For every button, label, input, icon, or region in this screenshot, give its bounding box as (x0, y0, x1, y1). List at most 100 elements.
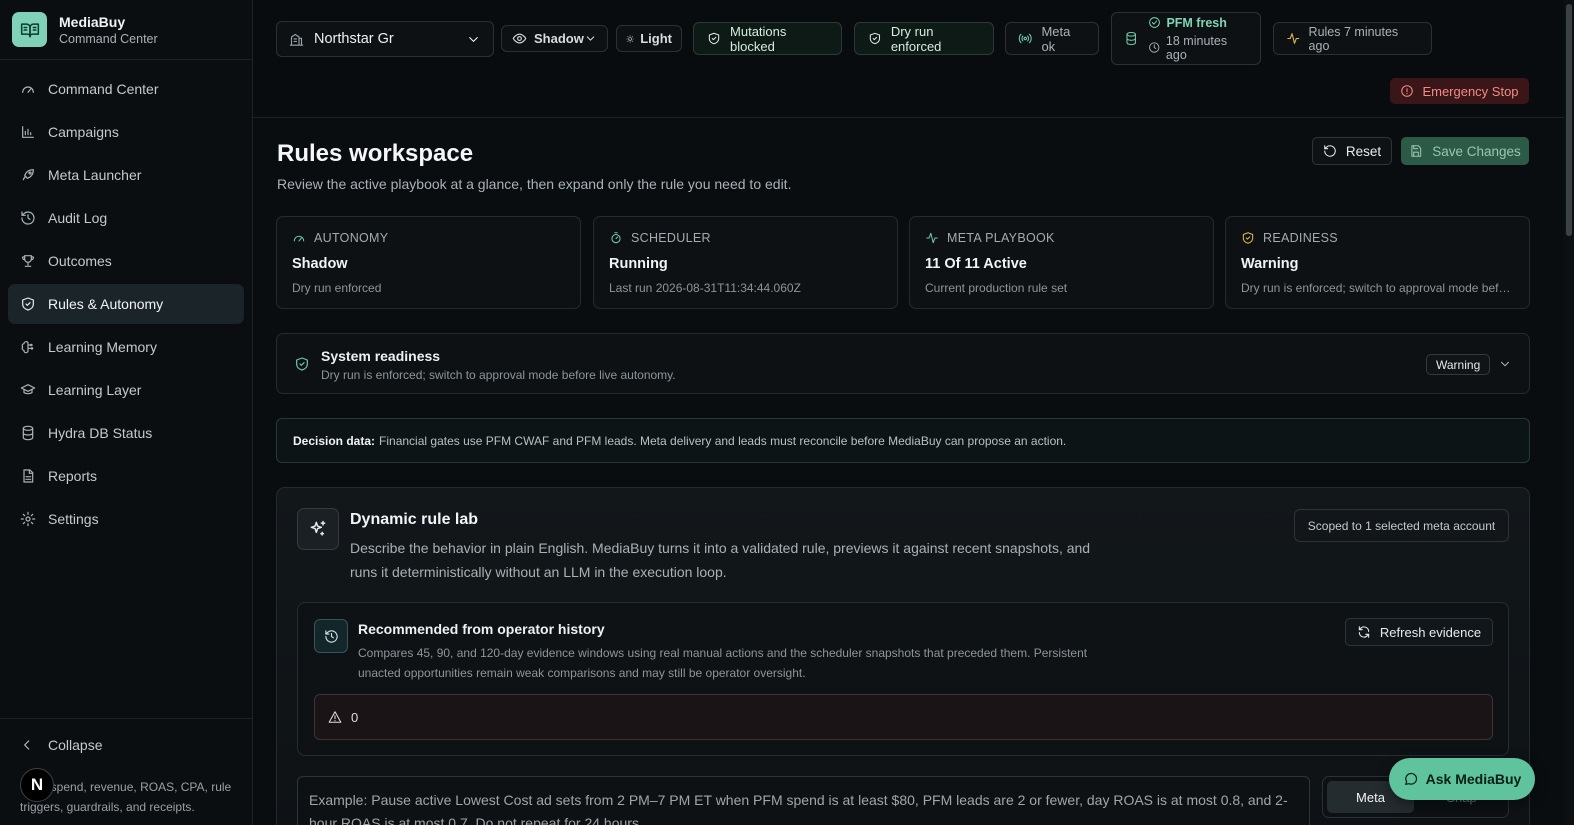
save-icon (1411, 145, 1422, 157)
graduation-cap-icon (20, 384, 36, 395)
sidebar-footer: Collapse Uses spend, revenue, ROAS, CPA,… (0, 718, 252, 825)
bar-chart-icon (22, 126, 34, 138)
database-icon (1126, 31, 1136, 46)
pfm-status-label: PFM fresh (1166, 15, 1227, 30)
brand: MediaBuy Command Center (0, 0, 252, 60)
theme-label: Light (640, 31, 672, 46)
alert-value: 0 (351, 709, 359, 725)
lab-title: Dynamic rule lab (350, 511, 479, 528)
page-subtitle: Review the active playbook at a glance, … (277, 176, 792, 192)
ask-label: Ask MediaBuy (1425, 771, 1522, 787)
card-value: Warning (1241, 256, 1299, 272)
page-title: Rules workspace (277, 140, 474, 167)
refresh-icon (1358, 626, 1370, 638)
card-label: SCHEDULER (631, 231, 711, 245)
shield-check-icon (1242, 232, 1254, 244)
history-icon (314, 619, 348, 653)
ask-mediabuy-button[interactable]: Ask MediaBuy (1389, 758, 1535, 800)
rule-prompt-input[interactable]: Example: Pause active Lowest Cost ad set… (297, 776, 1310, 825)
card-label: AUTONOMY (314, 231, 389, 245)
decision-data-banner: Decision data: Financial gates use PFM C… (276, 418, 1530, 463)
card-note: Current production rule set (925, 281, 1068, 295)
database-icon (22, 425, 34, 441)
reset-label: Reset (1345, 143, 1382, 159)
save-label: Save Changes (1432, 143, 1521, 159)
workspace-select[interactable]: Northstar Gr (276, 21, 494, 57)
activity-icon (926, 232, 938, 244)
main-content: Rules workspace Review the active playbo… (253, 118, 1564, 825)
timer-icon (611, 232, 621, 244)
sidebar-item-campaigns[interactable]: Campaigns (8, 112, 244, 152)
sidebar-item-label: Learning Memory (48, 339, 157, 355)
recommended-panel: Recommended from operator history Compar… (297, 602, 1509, 756)
shield-check-icon (708, 32, 720, 45)
status-badge: Warning (1426, 354, 1491, 375)
sidebar-item-label: Meta Launcher (48, 167, 142, 183)
readiness-card: READINESS Warning Dry run is enforced; s… (1225, 216, 1530, 309)
shield-check-icon (869, 32, 881, 45)
sidebar-item-learning-memory[interactable]: Learning Memory (8, 327, 244, 367)
sidebar-item-label: Audit Log (48, 210, 108, 226)
eye-icon (512, 33, 527, 44)
sidebar-item-settings[interactable]: Settings (8, 499, 244, 539)
save-changes-button[interactable]: Save Changes (1401, 137, 1529, 165)
recommended-description: Compares 45, 90, and 120-day evidence wi… (358, 646, 1088, 680)
collapse-label: Collapse (48, 737, 103, 753)
sidebar-item-command-center[interactable]: Command Center (8, 69, 244, 109)
refresh-label: Refresh evidence (1379, 624, 1482, 640)
card-label: META PLAYBOOK (947, 231, 1055, 245)
mutations-status: Mutations blocked (693, 22, 842, 55)
sparkles-icon (297, 508, 339, 550)
collapse-button[interactable]: Collapse (20, 737, 102, 753)
warning-triangle-icon (328, 711, 342, 723)
reset-button[interactable]: Reset (1312, 137, 1392, 165)
sidebar-item-rules-autonomy[interactable]: Rules & Autonomy (8, 284, 244, 324)
dynamic-rule-lab: Dynamic rule lab Describe the behavior i… (276, 487, 1530, 825)
gauge-icon (22, 86, 34, 93)
mode-label: Shadow (534, 31, 584, 46)
scope-badge: Scoped to 1 selected meta account (1294, 509, 1509, 542)
sidebar-item-label: Outcomes (48, 253, 112, 269)
rules-age: Rules 7 minutes ago (1308, 24, 1399, 53)
sidebar-item-label: Command Center (48, 81, 159, 97)
sidebar: MediaBuy Command Center Command Center C… (0, 0, 253, 825)
sidebar-item-reports[interactable]: Reports (8, 456, 244, 496)
scrollbar-thumb[interactable] (1566, 4, 1572, 236)
meta-status: Meta ok (1005, 22, 1099, 55)
shield-check-icon (22, 297, 34, 311)
alert-circle-icon (1401, 85, 1414, 97)
pfm-status: PFM fresh 18 minutes ago (1111, 12, 1261, 65)
check-circle-icon (1149, 17, 1161, 28)
system-readiness-panel[interactable]: System readiness Dry run is enforced; sw… (276, 333, 1530, 394)
history-icon (21, 211, 35, 225)
card-note: Dry run is enforced; switch to approval … (1241, 281, 1514, 295)
brand-title: MediaBuy (59, 13, 126, 30)
gauge-icon (293, 235, 305, 242)
theme-toggle[interactable]: Light (616, 25, 682, 52)
sidebar-item-hydra-db-status[interactable]: Hydra DB Status (8, 413, 244, 453)
mode-select[interactable]: Shadow (501, 25, 608, 52)
avatar[interactable]: N (20, 768, 54, 802)
emergency-stop-button[interactable]: Emergency Stop (1390, 78, 1529, 104)
signal-icon (1018, 33, 1032, 44)
rules-status: Rules 7 minutes ago (1273, 22, 1432, 55)
card-value: 11 Of 11 Active (925, 256, 1027, 272)
chevron-down-icon[interactable] (1498, 357, 1512, 371)
sidebar-item-audit-log[interactable]: Audit Log (8, 198, 244, 238)
refresh-evidence-button[interactable]: Refresh evidence (1345, 618, 1493, 646)
brand-subtitle: Command Center (59, 31, 158, 46)
scrollbar[interactable] (1564, 0, 1574, 825)
sidebar-item-label: Rules & Autonomy (48, 296, 164, 312)
clock-icon (1149, 42, 1160, 53)
building-icon (289, 33, 304, 46)
recommended-title: Recommended from operator history (358, 621, 605, 637)
workspace-name: Northstar Gr (314, 31, 394, 47)
card-label: READINESS (1263, 231, 1338, 245)
sidebar-item-learning-layer[interactable]: Learning Layer (8, 370, 244, 410)
book-open-icon (12, 12, 47, 47)
sidebar-item-outcomes[interactable]: Outcomes (8, 241, 244, 281)
shield-check-icon (296, 357, 308, 371)
sidebar-item-label: Settings (48, 511, 99, 527)
sidebar-item-meta-launcher[interactable]: Meta Launcher (8, 155, 244, 195)
rocket-icon (22, 169, 34, 181)
